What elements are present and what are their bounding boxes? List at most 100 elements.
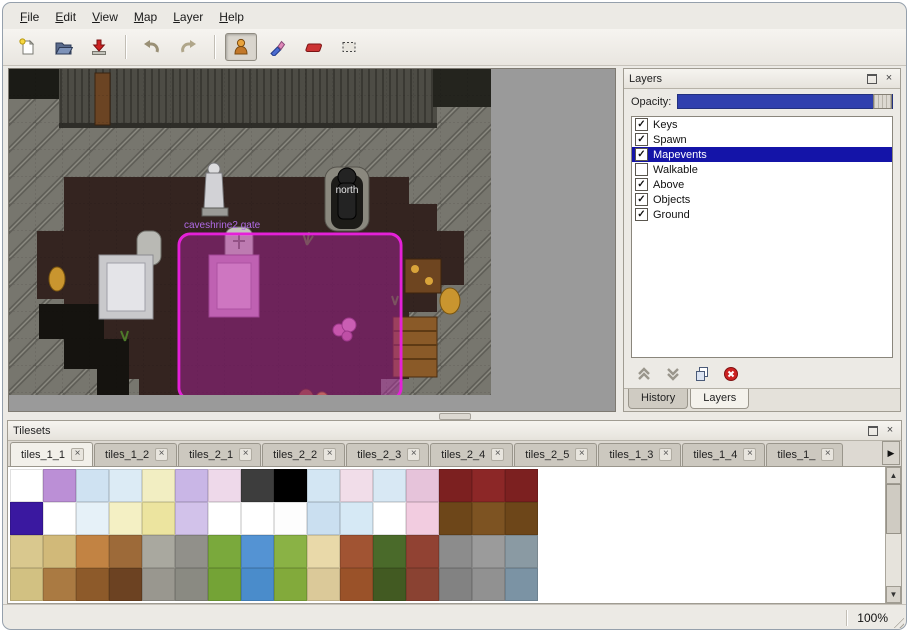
redo-button[interactable] — [172, 33, 204, 61]
tileset-tile[interactable] — [43, 502, 76, 535]
tileset-tile[interactable] — [340, 535, 373, 568]
float-panel-icon[interactable] — [866, 73, 878, 85]
menu-edit[interactable]: Edit — [48, 8, 83, 26]
tileset-tile[interactable] — [76, 469, 109, 502]
layer-visibility-checkbox[interactable] — [635, 148, 648, 161]
tab-layers[interactable]: Layers — [690, 389, 749, 409]
tileset-tile[interactable] — [340, 469, 373, 502]
tileset-tile[interactable] — [241, 568, 274, 601]
menu-view[interactable]: View — [85, 8, 125, 26]
tileset-tile[interactable] — [307, 502, 340, 535]
layer-visibility-checkbox[interactable] — [635, 178, 648, 191]
tileset-tile[interactable] — [175, 502, 208, 535]
layer-row-objects[interactable]: Objects — [632, 192, 892, 207]
layer-visibility-checkbox[interactable] — [635, 163, 648, 176]
tileset-tile[interactable] — [10, 535, 43, 568]
tileset-tile[interactable] — [274, 535, 307, 568]
tileset-tile[interactable] — [307, 535, 340, 568]
tileset-tile[interactable] — [43, 568, 76, 601]
scroll-down-icon[interactable]: ▼ — [886, 586, 901, 603]
layer-row-mapevents[interactable]: Mapevents — [632, 147, 892, 162]
horizontal-splitter[interactable] — [3, 412, 906, 420]
tileset-tab-tiles_1_[interactable]: tiles_1_× — [766, 443, 843, 466]
tab-close-icon[interactable]: × — [491, 448, 504, 461]
layer-row-walkable[interactable]: Walkable — [632, 162, 892, 177]
menu-map[interactable]: Map — [127, 8, 164, 26]
fill-tool-button[interactable] — [261, 33, 293, 61]
menu-help[interactable]: Help — [212, 8, 251, 26]
tileset-tile[interactable] — [43, 469, 76, 502]
layer-row-keys[interactable]: Keys — [632, 117, 892, 132]
move-layer-down-button[interactable] — [665, 367, 681, 381]
undo-button[interactable] — [136, 33, 168, 61]
tileset-tile[interactable] — [373, 502, 406, 535]
tileset-tile[interactable] — [208, 568, 241, 601]
tileset-tile[interactable] — [406, 469, 439, 502]
tileset-tile[interactable] — [505, 469, 538, 502]
tab-close-icon[interactable]: × — [821, 448, 834, 461]
tileset-tab-tiles_2_1[interactable]: tiles_2_1× — [178, 443, 261, 466]
tileset-tile[interactable] — [241, 535, 274, 568]
layer-row-above[interactable]: Above — [632, 177, 892, 192]
tileset-tile[interactable] — [373, 568, 406, 601]
tileset-tile[interactable] — [472, 502, 505, 535]
tileset-tab-tiles_2_2[interactable]: tiles_2_2× — [262, 443, 345, 466]
eraser-tool-button[interactable] — [297, 33, 329, 61]
tileset-tile[interactable] — [274, 502, 307, 535]
tileset-tile[interactable] — [274, 469, 307, 502]
tileset-tab-tiles_2_4[interactable]: tiles_2_4× — [430, 443, 513, 466]
select-tool-button[interactable] — [333, 33, 365, 61]
tileset-tile[interactable] — [76, 535, 109, 568]
tileset-tile[interactable] — [208, 469, 241, 502]
tileset-tile[interactable] — [10, 502, 43, 535]
duplicate-layer-button[interactable] — [694, 366, 710, 382]
save-button[interactable] — [83, 33, 115, 61]
tab-scroll-right-button[interactable]: ▶ — [882, 441, 900, 465]
tab-close-icon[interactable]: × — [155, 448, 168, 461]
layer-visibility-checkbox[interactable] — [635, 133, 648, 146]
tab-close-icon[interactable]: × — [407, 448, 420, 461]
tileset-tile[interactable] — [274, 568, 307, 601]
close-panel-icon[interactable]: × — [883, 73, 895, 85]
tileset-tile[interactable] — [340, 502, 373, 535]
tileset-tile[interactable] — [76, 502, 109, 535]
map-canvas[interactable]: north — [8, 68, 616, 412]
tileset-tile[interactable] — [406, 502, 439, 535]
tileset-tile[interactable] — [175, 535, 208, 568]
tileset-tab-tiles_1_4[interactable]: tiles_1_4× — [682, 443, 765, 466]
tileset-tile[interactable] — [142, 568, 175, 601]
tileset-tile[interactable] — [307, 469, 340, 502]
tileset-tile[interactable] — [175, 568, 208, 601]
map-selection-rect[interactable] — [179, 234, 401, 395]
tileset-tile[interactable] — [142, 469, 175, 502]
layer-row-ground[interactable]: Ground — [632, 207, 892, 222]
tileset-tab-tiles_2_3[interactable]: tiles_2_3× — [346, 443, 429, 466]
tileset-tile[interactable] — [340, 568, 373, 601]
tileset-tile[interactable] — [505, 502, 538, 535]
tileset-scrollbar[interactable]: ▲ ▼ — [885, 467, 901, 603]
splitter-grip[interactable] — [439, 413, 471, 420]
tab-close-icon[interactable]: × — [659, 448, 672, 461]
scrollbar-track[interactable] — [886, 484, 901, 586]
tileset-tile[interactable] — [109, 535, 142, 568]
tileset-tile[interactable] — [472, 535, 505, 568]
move-layer-up-button[interactable] — [636, 367, 652, 381]
tileset-tile[interactable] — [439, 535, 472, 568]
tileset-tile[interactable] — [373, 469, 406, 502]
tileset-tile[interactable] — [76, 568, 109, 601]
tab-close-icon[interactable]: × — [575, 448, 588, 461]
opacity-slider[interactable] — [677, 94, 893, 109]
tileset-tile[interactable] — [109, 469, 142, 502]
tileset-tile[interactable] — [241, 502, 274, 535]
tab-close-icon[interactable]: × — [323, 448, 336, 461]
scroll-up-icon[interactable]: ▲ — [886, 467, 901, 484]
tileset-tile[interactable] — [406, 568, 439, 601]
tileset-tile[interactable] — [439, 568, 472, 601]
tileset-tile[interactable] — [142, 502, 175, 535]
float-panel-icon[interactable] — [867, 425, 879, 437]
tab-close-icon[interactable]: × — [743, 448, 756, 461]
resize-grip[interactable] — [891, 615, 904, 628]
tileset-tile[interactable] — [109, 568, 142, 601]
scrollbar-thumb[interactable] — [886, 484, 901, 534]
tileset-tile[interactable] — [472, 568, 505, 601]
